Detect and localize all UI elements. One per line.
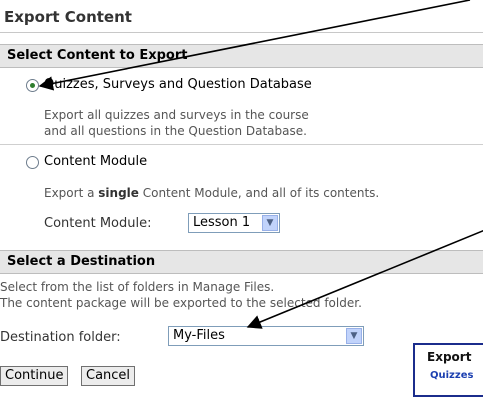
arrow-to-quizzes: [38, 0, 471, 91]
arrow-to-destination: [246, 229, 483, 329]
callout-arrows: [38, 0, 483, 329]
